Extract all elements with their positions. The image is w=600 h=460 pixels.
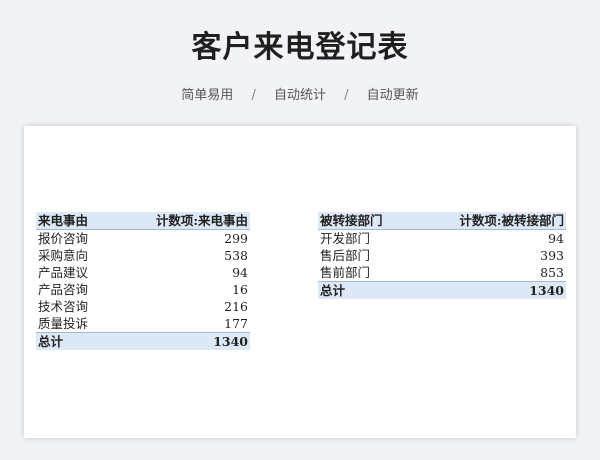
table-row: 采购意向 538 [36, 247, 250, 264]
row-label[interactable]: 报价咨询 [36, 230, 124, 248]
row-label[interactable]: 技术咨询 [36, 298, 124, 315]
table-row: 质量投诉 177 [36, 315, 250, 333]
pivot-table-call-reason: 来电事由 计数项:来电事由 报价咨询 299 采购意向 538 产品建议 94 … [36, 212, 250, 350]
row-label[interactable]: 售后部门 [318, 247, 422, 264]
pivot-table-transfer-department: 被转接部门 计数项:被转接部门 开发部门 94 售后部门 393 售前部门 85… [318, 212, 566, 299]
pivot-total-row: 总计 1340 [36, 332, 250, 350]
table-row: 技术咨询 216 [36, 298, 250, 315]
table-row: 售后部门 393 [318, 247, 566, 264]
table-row: 开发部门 94 [318, 230, 566, 248]
row-count[interactable]: 393 [422, 247, 566, 264]
feature-auto-stats: 自动统计 [273, 88, 326, 103]
feature-separator: / [344, 88, 349, 103]
total-count[interactable]: 1340 [124, 332, 250, 350]
feature-separator: / [251, 88, 256, 103]
row-label[interactable]: 售前部门 [318, 264, 422, 282]
pivot-header-row: 来电事由 计数项:来电事由 [36, 212, 250, 230]
total-label[interactable]: 总计 [36, 332, 124, 350]
page-title: 客户来电登记表 [191, 30, 409, 65]
row-label[interactable]: 产品咨询 [36, 281, 124, 298]
table-row: 产品建议 94 [36, 264, 250, 281]
spreadsheet-preview: 来电事由 计数项:来电事由 报价咨询 299 采购意向 538 产品建议 94 … [24, 126, 576, 438]
row-count[interactable]: 94 [124, 264, 250, 281]
total-count[interactable]: 1340 [422, 281, 566, 299]
row-label[interactable]: 开发部门 [318, 230, 422, 248]
pivot-header-count[interactable]: 计数项:来电事由 [124, 212, 250, 230]
row-count[interactable]: 94 [422, 230, 566, 248]
row-label[interactable]: 采购意向 [36, 247, 124, 264]
pivot-total-row: 总计 1340 [318, 281, 566, 299]
pivot-header-row: 被转接部门 计数项:被转接部门 [318, 212, 566, 230]
row-count[interactable]: 16 [124, 281, 250, 298]
table-row: 产品咨询 16 [36, 281, 250, 298]
row-label[interactable]: 产品建议 [36, 264, 124, 281]
table-row: 报价咨询 299 [36, 230, 250, 248]
pivot-header-row-label[interactable]: 来电事由 [36, 212, 124, 230]
pivot-header-count[interactable]: 计数项:被转接部门 [422, 212, 566, 230]
feature-auto-update: 自动更新 [366, 88, 419, 103]
row-count[interactable]: 299 [124, 230, 250, 248]
table-row: 售前部门 853 [318, 264, 566, 282]
row-label[interactable]: 质量投诉 [36, 315, 124, 333]
row-count[interactable]: 216 [124, 298, 250, 315]
row-count[interactable]: 853 [422, 264, 566, 282]
row-count[interactable]: 538 [124, 247, 250, 264]
total-label[interactable]: 总计 [318, 281, 422, 299]
pivot-header-row-label[interactable]: 被转接部门 [318, 212, 422, 230]
feature-tagline: 简单易用 / 自动统计 / 自动更新 [0, 84, 600, 103]
row-count[interactable]: 177 [124, 315, 250, 333]
feature-easy: 简单易用 [181, 88, 234, 103]
